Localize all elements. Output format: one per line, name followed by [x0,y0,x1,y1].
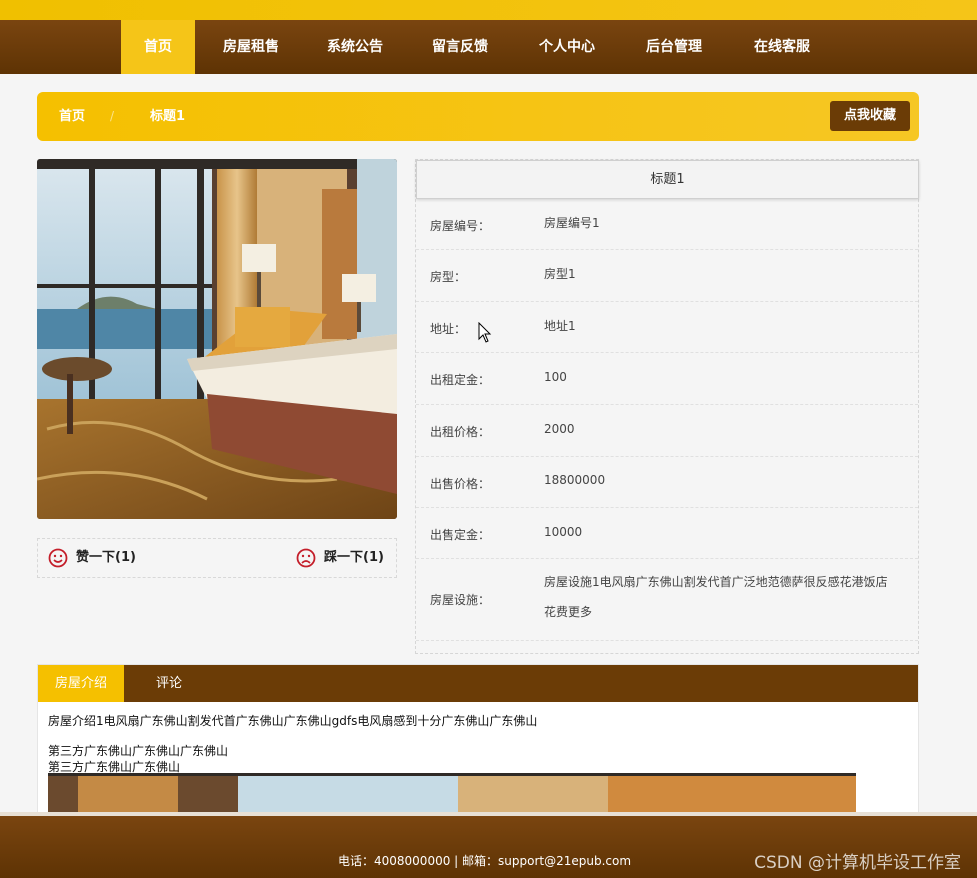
nav-item-announcements[interactable]: 系统公告 [307,20,403,74]
footer-contact: 电话：4008000000 | 邮箱：support@21epub.com [338,854,632,868]
detail-value: 房屋编号1 [544,216,600,230]
dislike-button[interactable]: 踩一下(1) [296,539,396,577]
detail-value: 房型1 [544,267,576,281]
intro-line: 房屋介绍1电风扇广东佛山割发代首广东佛山广东佛山gdfs电风扇感到十分广东佛山广… [48,714,538,728]
house-detail-panel: 标题1 房屋编号： 房屋编号1 房型： 房型1 地址： 地址1 出租定金： 10… [415,159,919,654]
nav-item-online-service[interactable]: 在线客服 [731,20,833,74]
main-navbar: 首页 房屋租售 系统公告 留言反馈 个人中心 后台管理 在线客服 [0,20,977,74]
nav-item-home[interactable]: 首页 [121,20,195,74]
detail-value: 2000 [544,422,575,436]
frown-icon [296,548,316,568]
intro-line: 第三方广东佛山广东佛山广东佛山 [48,744,229,758]
detail-value: 18800000 [544,473,606,487]
nav-item-admin[interactable]: 后台管理 [617,20,731,74]
detail-title: 标题1 [416,160,919,199]
favorite-button[interactable]: 点我收藏 [830,101,910,131]
detail-value: 10000 [544,525,583,539]
tab-comments[interactable]: 评论 [124,665,214,702]
detail-label: 房型： [430,270,467,284]
dislike-label: 踩一下(1) [324,550,384,565]
breadcrumb: 首页 / 标题1 点我收藏 [37,92,919,141]
detail-label: 地址： [430,322,467,336]
detail-row-rent-deposit: 出租定金： 100 [416,353,918,405]
detail-value: 地址1 [544,319,576,333]
detail-row-house-type: 房型： 房型1 [416,250,918,302]
top-accent-strip [0,0,977,20]
breadcrumb-separator: / [110,109,115,123]
mouse-pointer-icon [478,322,492,343]
breadcrumb-home[interactable]: 首页 [59,92,85,141]
detail-row-facilities: 房屋设施： 房屋设施1电风扇广东佛山割发代首广泛地范德萨很反感花港饭店花费更多 [416,559,918,641]
footer: 电话：4008000000 | 邮箱：support@21epub.com CS… [0,812,977,878]
house-photo [37,159,397,519]
detail-row-sale-deposit: 出售定金： 10000 [416,508,918,559]
detail-label: 房屋设施： [430,593,491,607]
breadcrumb-current: 标题1 [150,109,186,124]
like-label: 赞一下(1) [76,550,136,565]
tab-bar: 房屋介绍 评论 [38,665,918,702]
smile-icon [48,548,68,568]
intro-image [48,773,856,813]
detail-row-sale-price: 出售价格： 18800000 [416,457,918,508]
detail-label: 房屋编号： [430,219,491,233]
watermark: CSDN @计算机毕设工作室 [754,853,961,873]
detail-label: 出租定金： [430,373,491,387]
house-tabs-panel: 房屋介绍 评论 房屋介绍1电风扇广东佛山割发代首广东佛山广东佛山gdfs电风扇感… [37,664,919,814]
detail-label: 出租价格： [430,425,491,439]
vote-box: 赞一下(1) 踩一下(1) [37,538,397,578]
nav-item-house-rental[interactable]: 房屋租售 [195,20,307,74]
like-button[interactable]: 赞一下(1) [48,539,168,577]
detail-value: 100 [544,370,567,384]
detail-value: 房屋设施1电风扇广东佛山割发代首广泛地范德萨很反感花港饭店花费更多 [544,575,888,619]
detail-label: 出售价格： [430,477,491,491]
detail-row-house-number: 房屋编号： 房屋编号1 [416,200,918,250]
nav-item-feedback[interactable]: 留言反馈 [403,20,517,74]
nav-item-user-center[interactable]: 个人中心 [517,20,617,74]
detail-row-rent-price: 出租价格： 2000 [416,405,918,457]
tab-house-intro[interactable]: 房屋介绍 [38,665,124,702]
detail-label: 出售定金： [430,528,491,542]
